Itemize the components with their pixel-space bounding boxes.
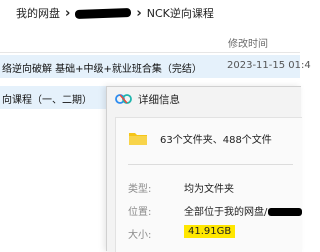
dialog-title-bar: 详细信息 xyxy=(115,91,180,107)
redaction-mark xyxy=(268,208,303,216)
list-item[interactable]: 络逆向破解 基础+中级+就业班合集（完结） 2023-11-15 01:4 xyxy=(0,55,311,78)
property-value: 均为文件夹 xyxy=(184,184,234,195)
folder-icon xyxy=(129,133,147,145)
column-header-row: 修改时间 xyxy=(0,30,300,50)
property-label: 位置: xyxy=(128,207,152,218)
summary-text: 63个文件夹、488个文件 xyxy=(160,134,272,146)
breadcrumb: 我的网盘 › › NCK逆向课程 xyxy=(0,0,300,26)
location-text: 全部位于我的网盘/ xyxy=(184,207,268,218)
size-value-highlight: 41.91GB xyxy=(184,225,236,238)
file-name: 络逆向破解 基础+中级+就业班合集（完结） xyxy=(2,64,202,75)
property-label: 类型: xyxy=(128,184,152,195)
properties-divider xyxy=(128,164,293,165)
breadcrumb-current[interactable]: NCK逆向课程 xyxy=(147,5,214,21)
breadcrumb-root[interactable]: 我的网盘 xyxy=(16,5,60,21)
header-divider xyxy=(0,52,300,53)
redaction-mark xyxy=(75,7,132,19)
column-header-modified[interactable]: 修改时间 xyxy=(228,35,268,50)
file-date: 2023-11-15 01:4 xyxy=(227,60,311,71)
property-label: 大小: xyxy=(128,230,152,241)
file-name: 向课程（一、二期） xyxy=(2,95,92,106)
breadcrumb-separator-icon: › xyxy=(136,5,142,21)
breadcrumb-separator-icon: › xyxy=(65,5,71,21)
details-dialog: 详细信息 63个文件夹、488个文件 类型: 均为文件夹 位置: 全部位于我的网… xyxy=(106,86,303,252)
baidu-netdisk-logo-icon xyxy=(115,94,132,104)
dialog-content: 63个文件夹、488个文件 类型: 均为文件夹 位置: 全部位于我的网盘/ 大小… xyxy=(115,117,303,252)
property-value: 41.91GB xyxy=(184,225,236,238)
summary-row: 63个文件夹、488个文件 xyxy=(128,130,272,146)
dialog-title: 详细信息 xyxy=(138,93,180,106)
property-value: 全部位于我的网盘/ xyxy=(184,203,303,218)
